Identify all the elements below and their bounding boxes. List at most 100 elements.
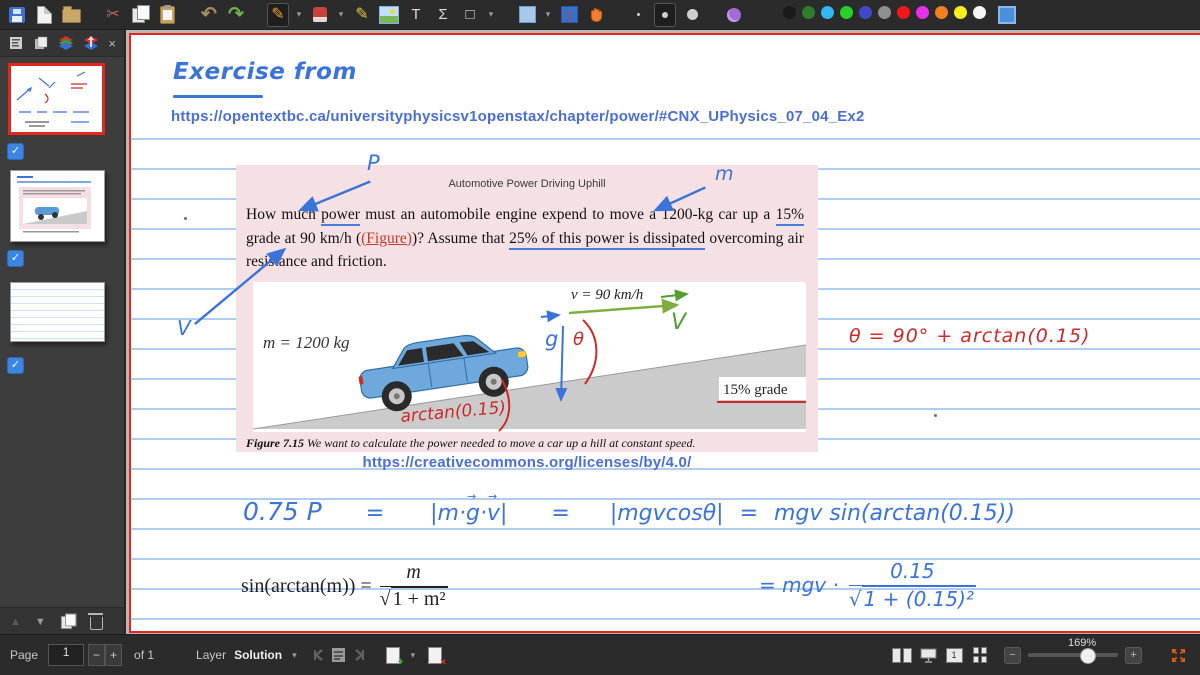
zoom-slider-thumb[interactable] <box>1080 648 1096 664</box>
fill-toggle-button[interactable] <box>723 3 745 27</box>
shape-icon: □ <box>465 6 475 23</box>
tab-page-preview[interactable] <box>33 35 49 51</box>
paste-icon <box>159 4 175 24</box>
math-tool-button[interactable]: Σ <box>432 3 454 27</box>
stroke-width-thick-button[interactable] <box>681 3 703 27</box>
cut-button[interactable]: ✂ <box>102 3 124 27</box>
paste-button[interactable] <box>156 3 178 27</box>
color-swatch[interactable] <box>840 5 853 19</box>
grid-view-button[interactable] <box>970 645 990 665</box>
figure-link[interactable]: (Figure) <box>361 230 412 247</box>
page-increment-button[interactable]: + <box>105 644 123 666</box>
color-swatch[interactable] <box>897 5 910 19</box>
two-page-view-button[interactable] <box>892 645 912 665</box>
pen-icon: ✎ <box>271 5 285 23</box>
highlighter-icon: ✎ <box>355 5 369 23</box>
fit-page-button[interactable]: 1 <box>944 645 964 665</box>
typeset-formula: sin(arctan(m)) = m √ 1 + m² <box>241 561 448 610</box>
canvas-area[interactable]: Exercise from https://opentextbc.ca/univ… <box>126 30 1200 635</box>
presentation-icon <box>920 648 936 663</box>
highlighter-tool-button[interactable]: ✎ <box>351 3 373 27</box>
page-checkbox-1[interactable]: ✓ <box>7 143 24 160</box>
text-tool-button[interactable]: T <box>405 3 427 27</box>
layer-preview-button[interactable] <box>329 645 349 665</box>
shape-options-caret[interactable]: ▾ <box>486 9 496 20</box>
layer-label: Layer <box>196 648 227 662</box>
zoom-slider[interactable]: 169% <box>1028 637 1118 664</box>
duplicate-page-button[interactable] <box>60 613 77 629</box>
new-document-button[interactable] <box>33 3 55 27</box>
medium-dot-icon <box>662 11 668 18</box>
image-tool-button[interactable] <box>378 3 400 27</box>
g-vector-arrow <box>540 310 561 323</box>
stroke-width-medium-button[interactable] <box>654 2 676 27</box>
page-checkbox-2[interactable]: ✓ <box>7 250 24 267</box>
fullscreen-button[interactable] <box>1168 645 1188 665</box>
copy-button[interactable] <box>129 3 151 27</box>
add-page-caret[interactable]: ▾ <box>411 650 416 661</box>
save-button[interactable] <box>6 3 28 27</box>
tab-contents[interactable] <box>8 35 24 51</box>
previous-layer-button[interactable] <box>309 645 329 665</box>
application-window: { "toolbar": { "palette": ["#1a1a1a","#2… <box>0 0 1200 675</box>
color-swatch[interactable] <box>783 5 796 19</box>
source-url-text[interactable]: https://opentextbc.ca/universityphysicsv… <box>171 108 865 125</box>
fit-page-icon: 1 <box>945 647 963 663</box>
layer-select[interactable]: Solution <box>234 648 282 662</box>
page-thumbnail-2[interactable] <box>10 170 105 242</box>
stroke-width-fine-button[interactable] <box>627 3 649 27</box>
layer-select-caret[interactable]: ▾ <box>292 650 297 661</box>
delete-page-button[interactable] <box>87 612 103 630</box>
pen-options-caret[interactable]: ▾ <box>294 9 304 20</box>
eraser-tool-button[interactable] <box>309 3 331 27</box>
zoom-in-button[interactable]: + <box>1125 646 1142 664</box>
color-swatch[interactable] <box>935 5 948 19</box>
figure-caption: Figure 7.15 We want to calculate the pow… <box>246 436 696 450</box>
work-equation-row: 0.75 P=|m·g·v|=|mgvcosθ|=mgv sin(arctan(… <box>243 490 1015 526</box>
color-swatch[interactable] <box>878 5 891 19</box>
tab-layers[interactable] <box>58 35 74 51</box>
add-page-button[interactable]: + <box>383 645 404 668</box>
tab-layerstack[interactable] <box>83 35 99 51</box>
cc-license-url[interactable]: https://creativecommons.org/licenses/by/… <box>236 454 818 471</box>
sidebar-close-button[interactable]: × <box>108 37 116 50</box>
theta-label: θ <box>573 329 584 350</box>
move-page-down-button[interactable]: ▼ <box>35 616 46 628</box>
color-swatch[interactable] <box>954 5 967 19</box>
color-swatch[interactable] <box>821 5 834 19</box>
theta-arc <box>582 319 598 385</box>
custom-color-button[interactable] <box>994 3 1016 27</box>
zoom-out-button[interactable]: − <box>1004 646 1021 664</box>
page-thumbnail-current[interactable] <box>8 63 105 135</box>
layerstack-icon <box>84 36 98 50</box>
math-tex-icon: Σ <box>438 6 448 23</box>
undo-button[interactable]: ↶ <box>198 3 220 27</box>
vertical-space-button[interactable]: ↕ <box>558 3 580 27</box>
remove-page-button[interactable]: × <box>425 645 446 668</box>
page-thumbnail-3[interactable] <box>10 282 105 342</box>
page-count-label: of 1 <box>134 648 155 662</box>
next-layer-icon <box>354 649 364 661</box>
color-swatch[interactable] <box>859 5 872 19</box>
redo-button[interactable]: ↷ <box>225 3 247 27</box>
presentation-mode-button[interactable] <box>918 645 938 665</box>
pen-tool-button[interactable]: ✎ <box>267 2 289 27</box>
page-number-input[interactable]: 1 <box>48 644 85 666</box>
hand-icon <box>591 7 603 22</box>
select-options-caret[interactable]: ▾ <box>543 9 553 20</box>
status-bar: Page 1 − + of 1 Layer Solution ▾ + ▾ × 1… <box>0 634 1200 675</box>
hand-v-label: V <box>671 310 688 335</box>
select-region-button[interactable] <box>516 3 538 27</box>
hand-tool-button[interactable] <box>585 3 607 27</box>
notebook-page[interactable]: Exercise from https://opentextbc.ca/univ… <box>129 33 1200 633</box>
color-swatch[interactable] <box>916 5 929 19</box>
page-checkbox-3[interactable]: ✓ <box>7 357 24 374</box>
open-button[interactable] <box>60 3 82 27</box>
color-swatch[interactable] <box>802 5 815 19</box>
color-swatch[interactable] <box>973 5 986 19</box>
eraser-options-caret[interactable]: ▾ <box>336 9 346 20</box>
next-layer-button[interactable] <box>349 645 369 665</box>
page-decrement-button[interactable]: − <box>88 644 106 666</box>
shape-tool-button[interactable]: □ <box>459 3 481 27</box>
move-page-up-button[interactable]: ▲ <box>10 616 21 628</box>
